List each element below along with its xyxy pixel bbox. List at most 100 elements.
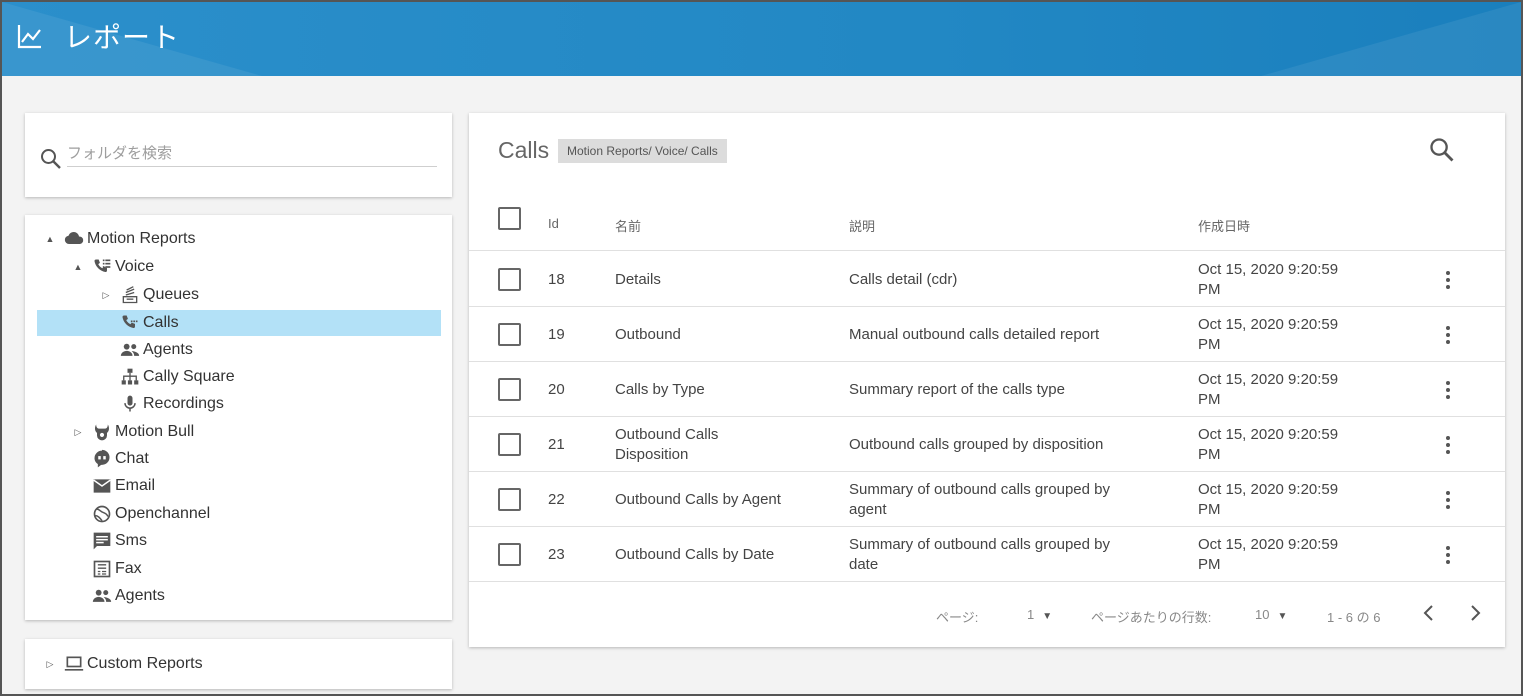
microphone-icon — [119, 393, 141, 415]
tree-item-email[interactable]: Email — [37, 473, 441, 499]
tree-item-label: Agents — [115, 587, 165, 604]
column-header-description[interactable]: 説明 — [849, 216, 875, 235]
row-name: Outbound Calls Disposition — [615, 425, 719, 463]
page-label: ページ: — [936, 610, 979, 625]
rows-per-page-label: ページあたりの行数: — [1091, 610, 1212, 625]
tree-item-label: Fax — [115, 560, 142, 577]
people-icon — [119, 339, 141, 361]
folder-tree: ▲ Motion Reports ▲ Voice ▷ Queues Calls … — [25, 215, 452, 620]
tree-item-label: Motion Bull — [115, 423, 195, 440]
chart-line-icon — [17, 25, 41, 49]
column-header-name[interactable]: 名前 — [615, 216, 641, 235]
tree-toggle-spacer — [99, 316, 113, 330]
page-range: 1 - 6 の 6 — [1327, 610, 1381, 625]
more-vert-icon[interactable] — [1436, 543, 1460, 567]
tree-item-label: Openchannel — [115, 505, 211, 522]
row-description: Summary report of the calls type — [849, 380, 1065, 398]
tree-item-label: Chat — [115, 450, 149, 467]
tree-item-label: Calls — [143, 314, 179, 331]
laptop-icon — [63, 653, 85, 675]
row-description: Manual outbound calls detailed report — [849, 325, 1100, 343]
tree-item-voice[interactable]: ▲ Voice — [37, 254, 441, 280]
more-vert-icon[interactable] — [1436, 268, 1460, 292]
tree-item-label: Email — [115, 477, 156, 494]
rows-per-page-select[interactable]: 10 ▼ — [1255, 607, 1287, 622]
row-name: Outbound — [615, 325, 681, 343]
phone-list-icon — [91, 256, 113, 278]
row-created: Oct 15, 2020 9:20:59 PM — [1198, 425, 1339, 463]
table-row[interactable]: 20 Calls by Type Summary report of the c… — [469, 362, 1505, 417]
tree-item-calls[interactable]: Calls — [37, 310, 441, 336]
table-row[interactable]: 21 Outbound Calls Disposition Outbound c… — [469, 417, 1505, 472]
row-name: Outbound Calls by Date — [615, 545, 775, 563]
tree-item-custom-reports[interactable]: ▷ Custom Reports — [37, 651, 441, 677]
tree-item-motion-bull[interactable]: ▷ Motion Bull — [37, 419, 441, 445]
table-row[interactable]: 19 Outbound Manual outbound calls detail… — [469, 307, 1505, 362]
more-vert-icon[interactable] — [1436, 433, 1460, 457]
breadcrumb: Motion Reports/ Voice/ Calls — [558, 139, 727, 163]
more-vert-icon[interactable] — [1436, 378, 1460, 402]
tree-item-motion-reports[interactable]: ▲ Motion Reports — [37, 226, 441, 252]
chevron-left-icon[interactable] — [1417, 601, 1441, 625]
row-checkbox[interactable] — [498, 323, 521, 346]
table-row[interactable]: 18 Details Calls detail (cdr) Oct 15, 20… — [469, 252, 1505, 307]
tree-item-label: Custom Reports — [87, 655, 203, 672]
tree-item-queues[interactable]: ▷ Queues — [37, 282, 441, 308]
tree-toggle-spacer — [99, 343, 113, 357]
more-vert-icon[interactable] — [1436, 488, 1460, 512]
column-header-id[interactable]: Id — [548, 216, 559, 231]
row-id: 19 — [548, 325, 565, 343]
tree-item-agents-2[interactable]: Agents — [37, 583, 441, 609]
row-created: Oct 15, 2020 9:20:59 PM — [1198, 260, 1339, 298]
row-name: Outbound Calls by Agent — [615, 490, 781, 508]
row-id: 21 — [548, 435, 565, 453]
row-id: 23 — [548, 545, 565, 563]
page-select-value: 1 — [1027, 607, 1035, 622]
phone-forward-icon — [119, 312, 141, 334]
page-title: レポート — [64, 21, 181, 54]
more-vert-icon[interactable] — [1436, 323, 1460, 347]
tree-item-label: Agents — [143, 341, 193, 358]
row-checkbox[interactable] — [498, 543, 521, 566]
tree-toggle-spacer — [71, 452, 85, 466]
row-checkbox[interactable] — [498, 488, 521, 511]
row-description: Calls detail (cdr) — [849, 270, 958, 288]
row-description: Summary of outbound calls grouped by dat… — [849, 535, 1110, 573]
tree-toggle-spacer — [71, 507, 85, 521]
tree-item-fax[interactable]: Fax — [37, 556, 441, 582]
table-row[interactable]: 23 Outbound Calls by Date Summary of out… — [469, 527, 1505, 582]
caret-down-icon: ▼ — [1042, 611, 1053, 622]
select-all-checkbox[interactable] — [498, 207, 521, 230]
tree-item-recordings[interactable]: Recordings — [37, 391, 441, 417]
expand-toggle[interactable]: ▷ — [99, 288, 113, 302]
custom-reports-card: ▷ Custom Reports — [25, 639, 452, 689]
tree-item-label: Cally Square — [143, 368, 235, 385]
table-row[interactable]: 22 Outbound Calls by Agent Summary of ou… — [469, 472, 1505, 527]
row-checkbox[interactable] — [498, 378, 521, 401]
folder-search-card — [25, 113, 452, 197]
column-header-created[interactable]: 作成日時 — [1198, 216, 1250, 235]
tree-item-chat[interactable]: Chat — [37, 446, 441, 472]
tree-item-sms[interactable]: Sms — [37, 528, 441, 554]
search-icon[interactable] — [1428, 136, 1456, 164]
tree-item-cally-square[interactable]: Cally Square — [37, 364, 441, 390]
row-name: Calls by Type — [615, 380, 705, 398]
expand-toggle[interactable]: ▷ — [43, 657, 57, 671]
tree-toggle-spacer — [99, 397, 113, 411]
folder-search-input[interactable] — [67, 139, 437, 167]
tree-item-agents[interactable]: Agents — [37, 337, 441, 363]
collapse-toggle[interactable]: ▲ — [43, 232, 57, 246]
search-icon — [41, 149, 61, 169]
row-description: Outbound calls grouped by disposition — [849, 435, 1104, 453]
chevron-right-icon[interactable] — [1463, 601, 1487, 625]
tree-item-openchannel[interactable]: Openchannel — [37, 501, 441, 527]
row-id: 20 — [548, 380, 565, 398]
row-created: Oct 15, 2020 9:20:59 PM — [1198, 535, 1339, 573]
expand-toggle[interactable]: ▷ — [71, 425, 85, 439]
collapse-toggle[interactable]: ▲ — [71, 260, 85, 274]
row-checkbox[interactable] — [498, 268, 521, 291]
tree-toggle-spacer — [71, 589, 85, 603]
page-select[interactable]: 1 ▼ — [1027, 607, 1052, 622]
row-checkbox[interactable] — [498, 433, 521, 456]
row-id: 18 — [548, 270, 565, 288]
